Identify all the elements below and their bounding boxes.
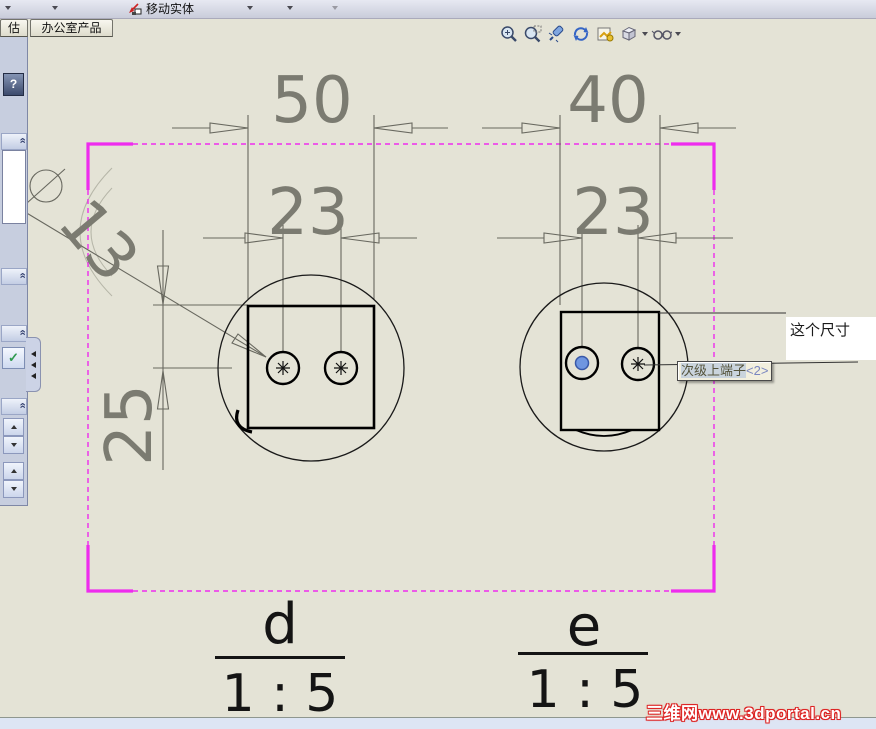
arrow-up-icon (10, 425, 17, 429)
view-toolbar (498, 24, 681, 44)
spinner-down-button[interactable] (3, 480, 24, 498)
collapse-chevron-icon: « (16, 137, 29, 144)
arrow-up-icon (10, 469, 17, 473)
panel-preview-box (2, 150, 26, 224)
toolbar-dropdown-icon[interactable] (287, 6, 293, 10)
view-orientation-dropdown-icon[interactable] (642, 32, 648, 36)
hole-circle[interactable] (620, 346, 656, 382)
collapse-chevron-icon: « (16, 329, 29, 336)
hover-tooltip: 次级上端子<2> (677, 361, 773, 381)
detail-boundary-circle (519, 282, 689, 452)
property-manager-panel: ? « « « ✓ « (0, 37, 28, 506)
center-mark-icon (276, 361, 348, 375)
detail-e-scale: 1 : 5 (526, 660, 644, 720)
detail-d-label: d (262, 592, 298, 657)
hole-circle[interactable] (265, 350, 301, 386)
tab-label: 办公室产品 (41, 21, 102, 35)
toolbar-dropdown-icon[interactable] (5, 6, 11, 10)
rotate-view-icon[interactable] (570, 24, 591, 44)
toolbar-dropdown-icon[interactable] (247, 6, 253, 10)
display-style-icon[interactable] (651, 24, 672, 44)
panel-group-header[interactable]: « (1, 398, 29, 415)
edge-arc (235, 409, 253, 434)
hole-circle[interactable] (564, 345, 600, 381)
detail-e-label: e (566, 594, 602, 659)
arrow-left-icon (30, 372, 36, 379)
dimension-value-40[interactable]: 40 (558, 68, 658, 134)
selected-vertex-dot[interactable] (574, 355, 590, 371)
dimension-25[interactable] (153, 230, 248, 470)
watermark-text: 三维网www.3dportal.cn (646, 704, 842, 723)
collapse-chevron-icon: « (16, 272, 29, 279)
tab-label: 估 (7, 21, 20, 35)
dimension-value-23-right[interactable]: 23 (563, 180, 663, 246)
detail-e-divider (518, 652, 648, 655)
diameter-symbol-icon (29, 169, 63, 203)
dimension-value-13[interactable]: 13 (41, 181, 156, 300)
tab-office-products[interactable]: 办公室产品 (30, 19, 113, 37)
annotation-note-text: 这个尺寸 (790, 322, 851, 339)
dimension-value-23-left[interactable]: 23 (258, 180, 358, 246)
center-mark-icon (631, 357, 645, 371)
arrow-down-icon (10, 487, 17, 491)
ok-check-button[interactable]: ✓ (2, 347, 25, 369)
detail-boundary-circle (217, 274, 405, 462)
3d-drawing-view-icon[interactable] (594, 24, 615, 44)
command-toolbar: 移动实体 (0, 0, 876, 19)
part-outline (246, 304, 376, 430)
toolbar-dropdown-icon-disabled (332, 6, 338, 10)
tooltip-feature-name: 次级上端子 (681, 363, 747, 378)
annotation-note-box[interactable]: 这个尺寸 (786, 317, 876, 360)
dimension-value-50[interactable]: 50 (262, 68, 362, 134)
zoom-to-fit-icon[interactable] (498, 24, 519, 44)
panel-group-header[interactable]: « (1, 268, 29, 285)
collapse-chevron-icon: « (16, 402, 29, 409)
panel-group-header[interactable]: « (1, 325, 29, 342)
zoom-to-area-icon[interactable] (522, 24, 543, 44)
hole-circle[interactable] (323, 350, 359, 386)
spinner-up-button[interactable] (3, 462, 24, 480)
edge-arc (575, 429, 633, 437)
detail-view-e[interactable] (519, 282, 689, 452)
display-style-dropdown-icon[interactable] (675, 32, 681, 36)
part-outline (559, 310, 661, 432)
view-orientation-icon[interactable] (618, 24, 639, 44)
tab-evaluate-partial[interactable]: 估 (0, 19, 28, 37)
spinner-down-button[interactable] (3, 436, 24, 454)
panel-flyout-handle[interactable] (26, 337, 41, 392)
arrow-left-icon (30, 350, 36, 357)
help-button[interactable]: ? (3, 73, 24, 96)
tooltip-instance-ref: <2> (746, 363, 769, 378)
command-label[interactable]: 移动实体 (146, 2, 194, 16)
arrow-left-icon (30, 361, 36, 368)
panel-group-header[interactable]: « (1, 133, 29, 150)
spinner-up-button[interactable] (3, 418, 24, 436)
toolbar-dropdown-icon[interactable] (52, 6, 58, 10)
detail-d-scale: 1 : 5 (221, 664, 339, 724)
move-entity-icon[interactable] (126, 2, 142, 21)
zoom-previous-icon[interactable] (546, 24, 567, 44)
dimension-value-25[interactable]: 25 (93, 365, 167, 485)
detail-d-divider (215, 656, 345, 659)
arrow-down-icon (10, 443, 17, 447)
detail-view-d[interactable] (217, 274, 405, 462)
